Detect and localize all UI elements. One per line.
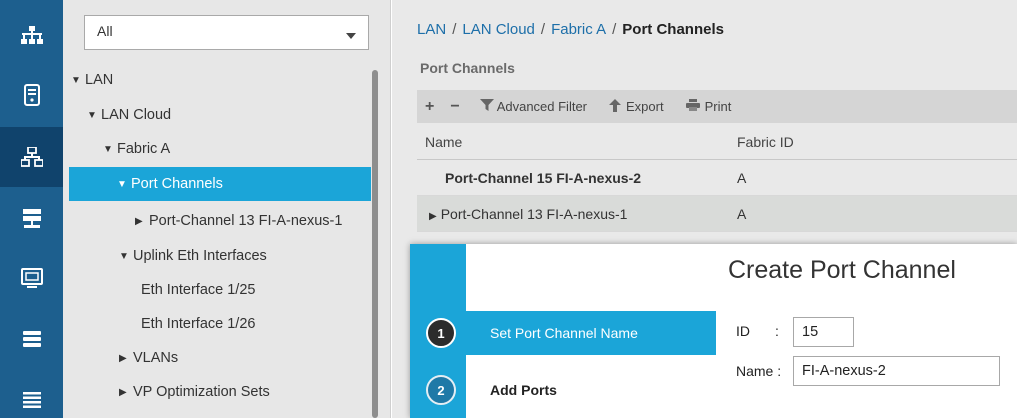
icon-rail [0, 0, 63, 418]
wizard-step-add-ports[interactable]: 2 Add Ports [410, 368, 716, 412]
export-button[interactable]: Export [609, 98, 664, 115]
tree-node-lan-cloud[interactable]: ▼ LAN Cloud [87, 98, 171, 132]
breadcrumb-lan[interactable]: LAN [417, 21, 446, 38]
tree-node-label: Eth Interface 1/26 [141, 316, 256, 332]
advanced-filter-label: Advanced Filter [496, 99, 588, 114]
row-name-text: Port-Channel 13 FI-A-nexus-1 [440, 206, 628, 222]
expand-row-icon[interactable]: ▶ [429, 211, 437, 222]
tree-node-vlans[interactable]: ▶ VLANs [119, 341, 178, 375]
filter-icon [479, 99, 497, 114]
row-fabric-id-cell: A [737, 170, 747, 186]
row-name-cell: Port-Channel 15 FI-A-nexus-2 [445, 170, 642, 186]
wizard-title: Create Port Channel [728, 256, 956, 284]
expand-toggle-icon[interactable]: ▼ [103, 144, 117, 155]
navigation-panel: All ▼ LAN ▼ LAN Cloud ▼ Fabric A ▼ Port … [63, 0, 391, 418]
expand-toggle-icon[interactable]: ▼ [117, 179, 131, 190]
nav-scrollbar[interactable] [372, 70, 378, 418]
delete-button[interactable]: − [450, 98, 463, 116]
tree-node-label: LAN [85, 72, 114, 88]
id-label-colon: : [775, 323, 779, 339]
tree-node-fabric-a[interactable]: ▼ Fabric A [103, 132, 170, 166]
list-icon [22, 391, 42, 409]
tree-node-label: Eth Interface 1/25 [141, 282, 256, 298]
row-name-cell: ▶ Port-Channel 13 FI-A-nexus-1 [429, 206, 627, 222]
expand-toggle-icon[interactable]: ▼ [71, 75, 85, 86]
table-row[interactable]: Port-Channel 15 FI-A-nexus-2 A [417, 160, 1017, 196]
breadcrumb-fabric-a[interactable]: Fabric A [551, 21, 606, 38]
tree-node-uplink-eth-interfaces[interactable]: ▼ Uplink Eth Interfaces [119, 239, 267, 273]
tree-node-label: Fabric A [117, 141, 171, 157]
storage-stack-icon [22, 330, 42, 348]
lan-icon [20, 147, 43, 167]
san-nav-button[interactable] [0, 189, 63, 249]
expand-toggle-icon[interactable]: ▶ [119, 387, 133, 398]
breadcrumb-separator: / [540, 21, 546, 38]
name-label: Name : [736, 363, 782, 379]
vm-nav-button[interactable] [0, 249, 63, 309]
network-topology-icon [20, 26, 43, 44]
expand-toggle-icon[interactable]: ▼ [119, 251, 133, 262]
export-label: Export [626, 99, 664, 114]
server-icon [23, 84, 40, 106]
column-header-name[interactable]: Name [425, 134, 462, 150]
filter-dropdown[interactable]: All [84, 15, 369, 50]
port-channels-table: Name Fabric ID Port-Channel 15 FI-A-nexu… [417, 124, 1017, 232]
print-button[interactable]: Print [685, 99, 732, 114]
tree-node-eth-interface-1-26[interactable]: Eth Interface 1/26 [141, 307, 255, 341]
tree-node-label: VLANs [133, 350, 179, 366]
breadcrumb: LAN / LAN Cloud / Fabric A / Port Channels [417, 21, 724, 38]
expand-toggle-icon[interactable]: ▶ [135, 216, 149, 227]
id-label: ID [736, 323, 750, 339]
advanced-filter-button[interactable]: Advanced Filter [479, 99, 588, 114]
step-number-badge: 2 [426, 375, 456, 405]
port-channel-name-input[interactable] [793, 356, 1000, 386]
tree-node-port-channel-13[interactable]: ▶ Port-Channel 13 FI-A-nexus-1 [135, 204, 342, 238]
port-channel-id-input[interactable] [793, 317, 854, 347]
tree-node-label: Uplink Eth Interfaces [133, 248, 267, 264]
plus-icon: + [425, 97, 435, 115]
step-label: Set Port Channel Name [490, 325, 638, 341]
filter-value: All [97, 23, 113, 39]
breadcrumb-separator: / [612, 21, 617, 38]
equipment-nav-button[interactable] [0, 5, 63, 65]
minus-icon: − [450, 97, 460, 115]
tree-node-label: Port-Channel 13 FI-A-nexus-1 [149, 213, 343, 229]
breadcrumb-separator: / [452, 21, 457, 38]
admin-nav-button[interactable] [0, 370, 63, 418]
servers-nav-button[interactable] [0, 65, 63, 125]
tree-node-label: Port Channels [131, 176, 223, 192]
tree-node-vp-optimization-sets[interactable]: ▶ VP Optimization Sets [119, 375, 270, 409]
breadcrumb-current: Port Channels [622, 21, 724, 38]
add-button[interactable]: + [425, 98, 438, 116]
printer-icon [685, 99, 705, 114]
print-label: Print [704, 99, 732, 114]
vm-monitor-icon [20, 268, 43, 290]
breadcrumb-lan-cloud[interactable]: LAN Cloud [462, 21, 535, 38]
san-storage-icon [22, 208, 42, 230]
table-row[interactable]: ▶ Port-Channel 13 FI-A-nexus-1 A [417, 196, 1017, 232]
chevron-down-icon [346, 33, 356, 39]
tree-node-port-channels[interactable]: ▼ Port Channels [69, 167, 371, 201]
expand-toggle-icon[interactable]: ▼ [87, 110, 101, 121]
row-fabric-id-cell: A [737, 206, 747, 222]
step-number-badge: 1 [426, 318, 456, 348]
create-port-channel-wizard: 1 Set Port Channel Name 2 Add Ports Crea… [410, 244, 1017, 418]
wizard-step-set-name[interactable]: 1 Set Port Channel Name [410, 311, 716, 355]
tree-node-label: LAN Cloud [101, 107, 172, 123]
tree-node-label: VP Optimization Sets [133, 384, 270, 400]
export-arrow-icon [609, 98, 626, 115]
table-toolbar: + − Advanced Filter Export Print [417, 90, 1017, 123]
expand-toggle-icon[interactable]: ▶ [119, 353, 133, 364]
tree-node-eth-interface-1-25[interactable]: Eth Interface 1/25 [141, 273, 255, 307]
step-label: Add Ports [490, 382, 557, 398]
column-header-fabric-id[interactable]: Fabric ID [737, 134, 794, 150]
section-title: Port Channels [420, 60, 515, 76]
wizard-steps-panel: 1 Set Port Channel Name 2 Add Ports [410, 244, 716, 418]
storage-nav-button[interactable] [0, 309, 63, 369]
lan-nav-button[interactable] [0, 127, 63, 187]
table-header: Name Fabric ID [417, 124, 1017, 160]
tree-node-lan[interactable]: ▼ LAN [71, 63, 113, 97]
